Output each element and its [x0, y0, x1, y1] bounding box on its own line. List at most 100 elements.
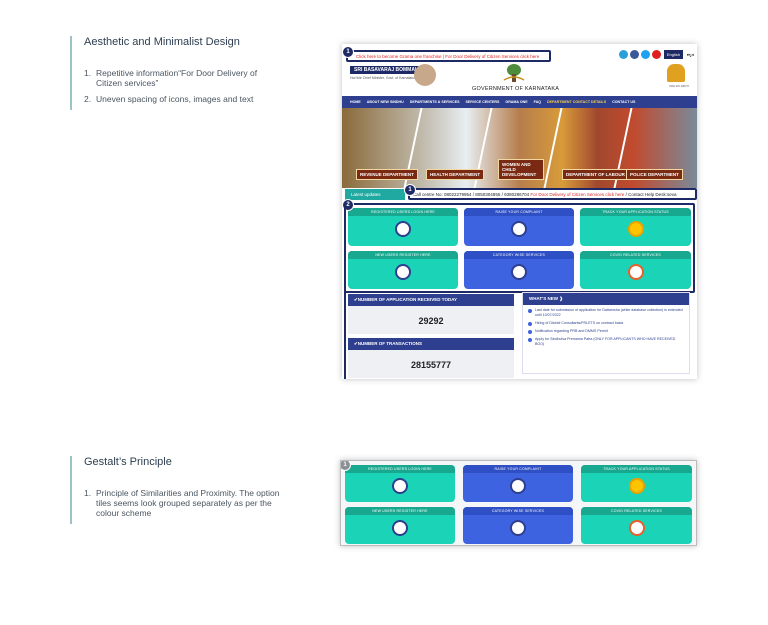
- website-screenshot: Click here to become Grama one franchise…: [342, 44, 697, 379]
- tile-label: TRACK YOUR APPLICATION STATUS: [580, 208, 691, 216]
- list-item: 1. Repetitive information“For Door Delive…: [84, 68, 280, 88]
- transactions-panel: ✔NUMBER OF TRANSACTIONS 28155777: [348, 338, 514, 378]
- whats-new-panel: WHAT'S NEW ❱ Last date for submission of…: [522, 292, 690, 374]
- marquee-banner[interactable]: Click here to become Grama one franchise…: [346, 50, 551, 62]
- tile-covid[interactable]: COVID RELATED SERVICES: [581, 507, 692, 544]
- news-item[interactable]: Notification regarding PRB and DMMS Perm…: [523, 326, 689, 334]
- portal-subtitle: Hon'ble Chief Minister, Govt. of Karnata…: [350, 76, 416, 80]
- note-gestalt: Gestalt’s Principle 1. Principle of Simil…: [70, 456, 280, 524]
- latest-updates-tab[interactable]: Latest updates: [345, 189, 405, 200]
- list-item: 2. Uneven spacing of icons, images and te…: [84, 94, 280, 104]
- youtube-icon[interactable]: [652, 50, 661, 59]
- complaint-icon: [510, 478, 526, 494]
- accessibility-icon[interactable]: [619, 50, 628, 59]
- main-nav: HOME ABOUT NEW SINDHU DEPARTMENTS & SERV…: [342, 96, 697, 108]
- annotation-badge-1: 1: [342, 46, 354, 58]
- tiles-screenshot: REGISTERED USERS LOGIN HERE RAISE YOUR C…: [340, 460, 697, 546]
- note-aesthetic: Aesthetic and Minimalist Design 1. Repeti…: [70, 36, 280, 110]
- tile-track[interactable]: TRACK YOUR APPLICATION STATUS: [581, 465, 692, 502]
- complaint-icon: [511, 221, 527, 237]
- search-icon: [628, 478, 645, 494]
- tile-label: CATEGORY WISE SERVICES: [463, 507, 573, 515]
- nav-item[interactable]: FAQ: [534, 100, 541, 104]
- facebook-icon[interactable]: [630, 50, 639, 59]
- tile-track[interactable]: TRACK YOUR APPLICATION STATUS: [580, 208, 691, 246]
- tile-label: REGISTERED USERS LOGIN HERE: [348, 208, 458, 216]
- list-text: Repetitive information“For Door Delivery…: [96, 68, 258, 88]
- twitter-icon[interactable]: [641, 50, 650, 59]
- applications-today-panel: ✔NUMBER OF APPLICATION RECEIVED TODAY 29…: [348, 294, 514, 334]
- karnataka-emblem-icon: [667, 64, 685, 82]
- call-centre-text: Call centre No: 08022279954 / 8050304855…: [413, 192, 530, 197]
- tile-category[interactable]: CATEGORY WISE SERVICES: [464, 251, 574, 289]
- nav-item[interactable]: DEPARTMENTS & SERVICES: [410, 100, 460, 104]
- marquee-text: Click here to become Grama one franchise…: [356, 54, 540, 59]
- nav-item[interactable]: DEPARTMENT CONTACT DETAILS: [547, 100, 606, 104]
- tile-category[interactable]: CATEGORY WISE SERVICES: [463, 507, 573, 544]
- banner-label[interactable]: WOMEN AND CHILD DEVELOPMENT: [498, 159, 544, 180]
- stat-value: 28155777: [410, 360, 452, 370]
- nav-item[interactable]: CONTACT US: [612, 100, 635, 104]
- list-number: 1.: [84, 488, 92, 498]
- group-icon: [511, 264, 527, 280]
- annotation-badge-1b: 1: [404, 184, 416, 196]
- virus-icon: [628, 520, 645, 536]
- tile-register[interactable]: NEW USERS REGISTER HERE: [348, 251, 458, 289]
- tile-label: REGISTERED USERS LOGIN HERE: [345, 465, 455, 473]
- form-icon: [395, 264, 411, 280]
- tile-label: RAISE YOUR COMPLAINT: [463, 465, 573, 473]
- language-kannada-button[interactable]: ಕನ್ನಡ: [686, 50, 695, 59]
- note-list: 1. Repetitive information“For Door Delive…: [84, 68, 280, 104]
- tile-label: NEW USERS REGISTER HERE: [348, 251, 458, 259]
- tile-label: CATEGORY WISE SERVICES: [464, 251, 574, 259]
- banner-label[interactable]: REVENUE DEPARTMENT: [356, 169, 418, 180]
- nav-item[interactable]: HOME: [350, 100, 361, 104]
- stat-heading: ✔NUMBER OF TRANSACTIONS: [348, 338, 514, 350]
- chief-minister-photo: [414, 64, 436, 86]
- tile-complaint[interactable]: RAISE YOUR COMPLAINT: [463, 465, 573, 502]
- tile-login[interactable]: REGISTERED USERS LOGIN HERE: [348, 208, 458, 246]
- stat-heading: ✔NUMBER OF APPLICATION RECEIVED TODAY: [348, 294, 514, 306]
- form-icon: [392, 520, 408, 536]
- karnataka-text: ಕರ್ನಾಟಕ ಸರ್ಕಾರ: [669, 84, 689, 88]
- tile-label: COVID RELATED SERVICES: [580, 251, 691, 259]
- tile-login[interactable]: REGISTERED USERS LOGIN HERE: [345, 465, 455, 502]
- tile-register[interactable]: NEW USERS REGISTER HERE: [345, 507, 455, 544]
- tile-label: TRACK YOUR APPLICATION STATUS: [581, 465, 692, 473]
- tile-covid[interactable]: COVID RELATED SERVICES: [580, 251, 691, 289]
- language-english-button[interactable]: English: [663, 50, 683, 59]
- note-title: Aesthetic and Minimalist Design: [84, 36, 240, 48]
- help-desk-text: / Contact Help Desk:seva: [625, 192, 677, 197]
- door-delivery-link[interactable]: For Door Delivery of Citizen Services cl…: [530, 192, 624, 197]
- government-title: GOVERNMENT OF KARNATAKA: [472, 86, 560, 92]
- tile-label: NEW USERS REGISTER HERE: [345, 507, 455, 515]
- nav-item[interactable]: SERVICE CENTERS: [466, 100, 500, 104]
- tile-label: COVID RELATED SERVICES: [581, 507, 692, 515]
- list-text: Principle of Similarities and Proximity.…: [96, 488, 280, 518]
- nav-item[interactable]: ABOUT NEW SINDHU: [367, 100, 404, 104]
- news-item[interactable]: Last date for submission of application …: [523, 305, 689, 318]
- banner-label[interactable]: HEALTH DEPARTMENT: [426, 169, 485, 180]
- updates-row: Latest updates Call centre No: 080222799…: [342, 184, 697, 201]
- note-title: Gestalt’s Principle: [84, 456, 172, 468]
- stat-value: 29292: [418, 316, 444, 326]
- list-number: 1.: [84, 68, 92, 78]
- news-item[interactable]: Hiring of District Consultants/FRLETS on…: [523, 318, 689, 326]
- whats-new-heading: WHAT'S NEW ❱: [523, 293, 689, 305]
- virus-icon: [627, 264, 644, 280]
- nav-item[interactable]: GRAMA ONE: [505, 100, 527, 104]
- service-tiles-region: REGISTERED USERS LOGIN HERE RAISE YOUR C…: [342, 199, 695, 293]
- fingerprint-icon: [395, 221, 411, 237]
- call-centre-bar: Call centre No: 08022279954 / 8050304855…: [408, 188, 697, 200]
- department-banner: REVENUE DEPARTMENT HEALTH DEPARTMENT WOM…: [342, 108, 697, 188]
- list-number: 2.: [84, 94, 92, 104]
- site-header: Click here to become Grama one franchise…: [342, 44, 697, 96]
- social-links: [619, 50, 661, 59]
- banner-label[interactable]: POLICE DEPARTMENT: [626, 169, 683, 180]
- banner-label[interactable]: DEPARTMENT OF LABOUR: [562, 169, 629, 180]
- tile-complaint[interactable]: RAISE YOUR COMPLAINT: [464, 208, 574, 246]
- news-item[interactable]: Apply for Sindhutva Premama Patra (ONLY …: [523, 334, 689, 347]
- search-icon: [627, 221, 644, 237]
- list-text: Uneven spacing of icons, images and text: [96, 94, 254, 104]
- group-icon: [510, 520, 526, 536]
